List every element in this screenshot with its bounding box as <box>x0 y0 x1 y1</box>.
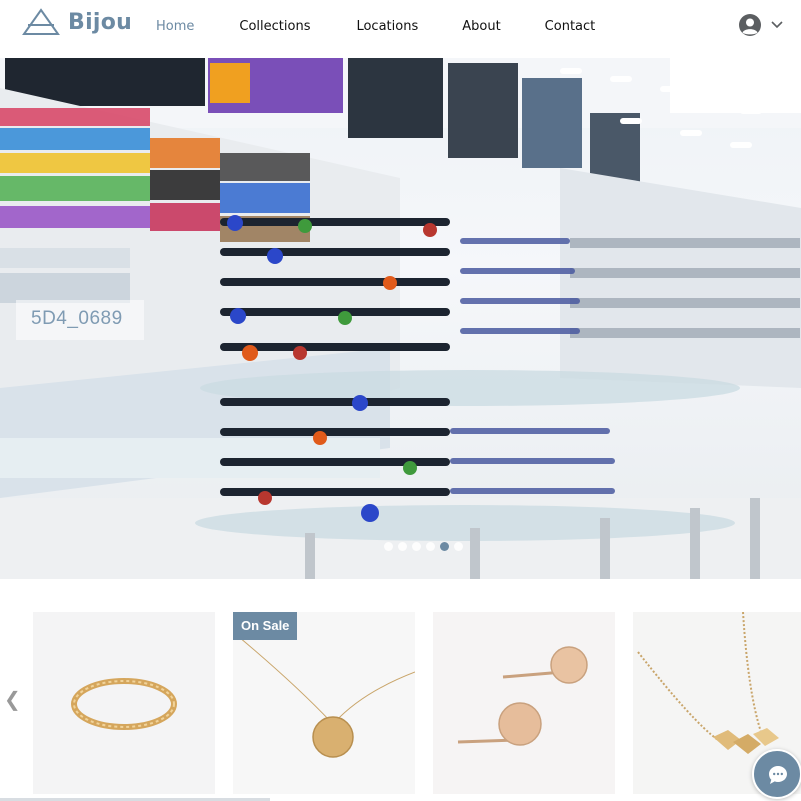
slide-dot[interactable] <box>398 542 407 551</box>
slide-dot[interactable] <box>454 542 463 551</box>
product-card-stud-earrings[interactable] <box>433 612 615 794</box>
slide-dot[interactable] <box>426 542 435 551</box>
main-nav: Home Collections Locations About Contact <box>156 19 638 34</box>
chat-bubble-icon <box>769 766 787 784</box>
chevron-left-icon[interactable]: ❮ <box>4 687 21 711</box>
slide-dot[interactable] <box>384 542 393 551</box>
nav-collections[interactable]: Collections <box>239 19 310 34</box>
slide-dot[interactable] <box>412 542 421 551</box>
chat-button[interactable] <box>752 749 801 799</box>
product-image <box>33 612 215 794</box>
site-logo[interactable]: Bijou <box>22 8 132 36</box>
nav-about[interactable]: About <box>462 19 500 34</box>
triangle-logo-icon <box>22 8 60 35</box>
product-card-ring[interactable] <box>33 612 215 794</box>
brand-name: Bijou <box>68 9 133 35</box>
chevron-down-icon[interactable] <box>771 21 783 29</box>
account-menu[interactable] <box>738 13 783 37</box>
nav-home[interactable]: Home <box>156 19 194 34</box>
nav-locations[interactable]: Locations <box>356 19 418 34</box>
slideshow-dots <box>384 542 468 551</box>
sale-badge: On Sale <box>233 612 298 640</box>
product-image <box>433 612 615 794</box>
hero-caption: 5D4_0689 <box>16 300 144 340</box>
site-header: Bijou Home Collections Locations About C… <box>0 0 801 58</box>
product-gallery: ❮ On Sale <box>0 579 801 801</box>
user-avatar-icon[interactable] <box>738 13 762 37</box>
slide-dot-active[interactable] <box>440 542 449 551</box>
nav-contact[interactable]: Contact <box>545 19 596 34</box>
product-card-disc-necklace[interactable]: On Sale <box>233 612 415 794</box>
hero-slideshow[interactable]: 5D4_0689 <box>0 58 801 579</box>
